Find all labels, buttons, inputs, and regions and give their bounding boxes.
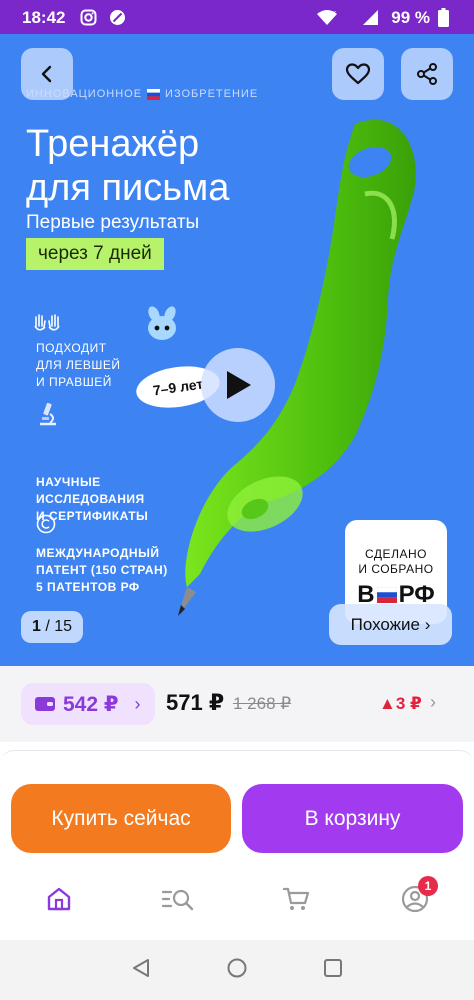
old-price: 1 268 ₽: [233, 694, 292, 713]
add-to-cart-button[interactable]: В корзину: [242, 784, 463, 853]
favorite-button[interactable]: [332, 48, 384, 100]
wallet-price-button[interactable]: 542 ₽ ›: [21, 683, 155, 725]
russian-flag-icon: [147, 88, 161, 100]
counter-total: / 15: [45, 618, 73, 635]
play-icon: [227, 371, 251, 399]
recents-nav-icon[interactable]: [322, 957, 344, 979]
feature-line: ПОДХОДИТ: [36, 341, 107, 355]
share-button[interactable]: [401, 48, 453, 100]
counter-current: 1: [31, 618, 41, 635]
hero-title: Тренажёр для письма: [26, 122, 229, 210]
feature-line: ПАТЕНТ (150 СТРАН): [36, 563, 168, 577]
home-nav-icon[interactable]: [226, 957, 248, 979]
tagline-right: ИЗОБРЕТЕНИЕ: [165, 88, 259, 100]
feature-line: МЕЖДУНАРОДНЫЙ: [36, 546, 160, 560]
tab-catalog[interactable]: [158, 876, 198, 922]
similar-products-button[interactable]: Похожие ›: [329, 604, 452, 645]
feature-line: НАУЧНЫЕ: [36, 475, 101, 489]
signal-icon: [362, 9, 379, 26]
cart-icon: [282, 887, 310, 910]
price-change[interactable]: ▲3 ₽: [379, 694, 422, 714]
feature-hands: ПОДХОДИТ ДЛЯ ЛЕВШЕЙ И ПРАВШЕЙ: [36, 340, 121, 391]
catalog-search-icon: [161, 889, 194, 911]
russian-flag-icon: [376, 587, 397, 603]
blocked-app-icon: [109, 9, 126, 26]
made-in-line-2: И СОБРАНО: [358, 562, 434, 576]
status-time: 18:42: [22, 8, 66, 27]
feature-line: 5 ПАТЕНТОВ РФ: [36, 580, 140, 594]
tab-home[interactable]: [39, 876, 79, 922]
hands-icon: [33, 312, 60, 336]
tab-cart[interactable]: [276, 876, 316, 922]
divider: [0, 750, 474, 764]
feature-line: ДЛЯ ЛЕВШЕЙ: [36, 358, 121, 372]
microscope-icon: [36, 402, 62, 426]
status-bar: 18:42 x 99 %: [0, 0, 474, 34]
heart-icon: [345, 63, 371, 85]
chevron-right-icon: ›: [134, 693, 141, 714]
wifi-icon: x: [316, 9, 338, 26]
notification-badge: 1: [418, 876, 438, 896]
made-in-line-1: СДЕЛАНО: [365, 547, 427, 561]
feature-line: И ПРАВШЕЙ: [36, 375, 112, 389]
feature-line: ИССЛЕДОВАНИЯ: [36, 492, 145, 506]
svg-text:x: x: [332, 9, 336, 17]
mascot-image: [148, 306, 176, 340]
buy-now-button[interactable]: Купить сейчас: [11, 784, 231, 853]
hero-tagline: ИННОВАЦИОННОЕ ИЗОБРЕТЕНИЕ: [26, 88, 258, 100]
wallet-price: 542 ₽: [63, 692, 119, 716]
battery-percent: 99 %: [391, 8, 430, 27]
wallet-icon: [35, 697, 55, 711]
gallery-counter: 1 / 15: [21, 611, 83, 643]
current-price: 571 ₽: [166, 690, 225, 715]
copyright-icon: [36, 514, 62, 538]
home-icon: [47, 887, 71, 911]
product-gallery[interactable]: ИННОВАЦИОННОЕ ИЗОБРЕТЕНИЕ Тренажёр для п…: [0, 34, 474, 666]
play-video-button[interactable]: [201, 348, 275, 422]
back-nav-icon[interactable]: [130, 957, 152, 979]
chevron-right-icon[interactable]: ›: [430, 692, 436, 713]
instagram-icon: [80, 9, 97, 26]
feature-patent: МЕЖДУНАРОДНЫЙ ПАТЕНТ (150 СТРАН) 5 ПАТЕН…: [36, 545, 168, 596]
hero-subtitle: Первые результаты: [26, 212, 200, 233]
title-line-1: Тренажёр: [26, 123, 200, 165]
hero-highlight: через 7 дней: [26, 238, 164, 270]
battery-icon: [438, 8, 449, 27]
title-line-2: для письма: [26, 167, 230, 209]
tagline-left: ИННОВАЦИОННОЕ: [26, 88, 143, 100]
share-icon: [417, 63, 437, 85]
